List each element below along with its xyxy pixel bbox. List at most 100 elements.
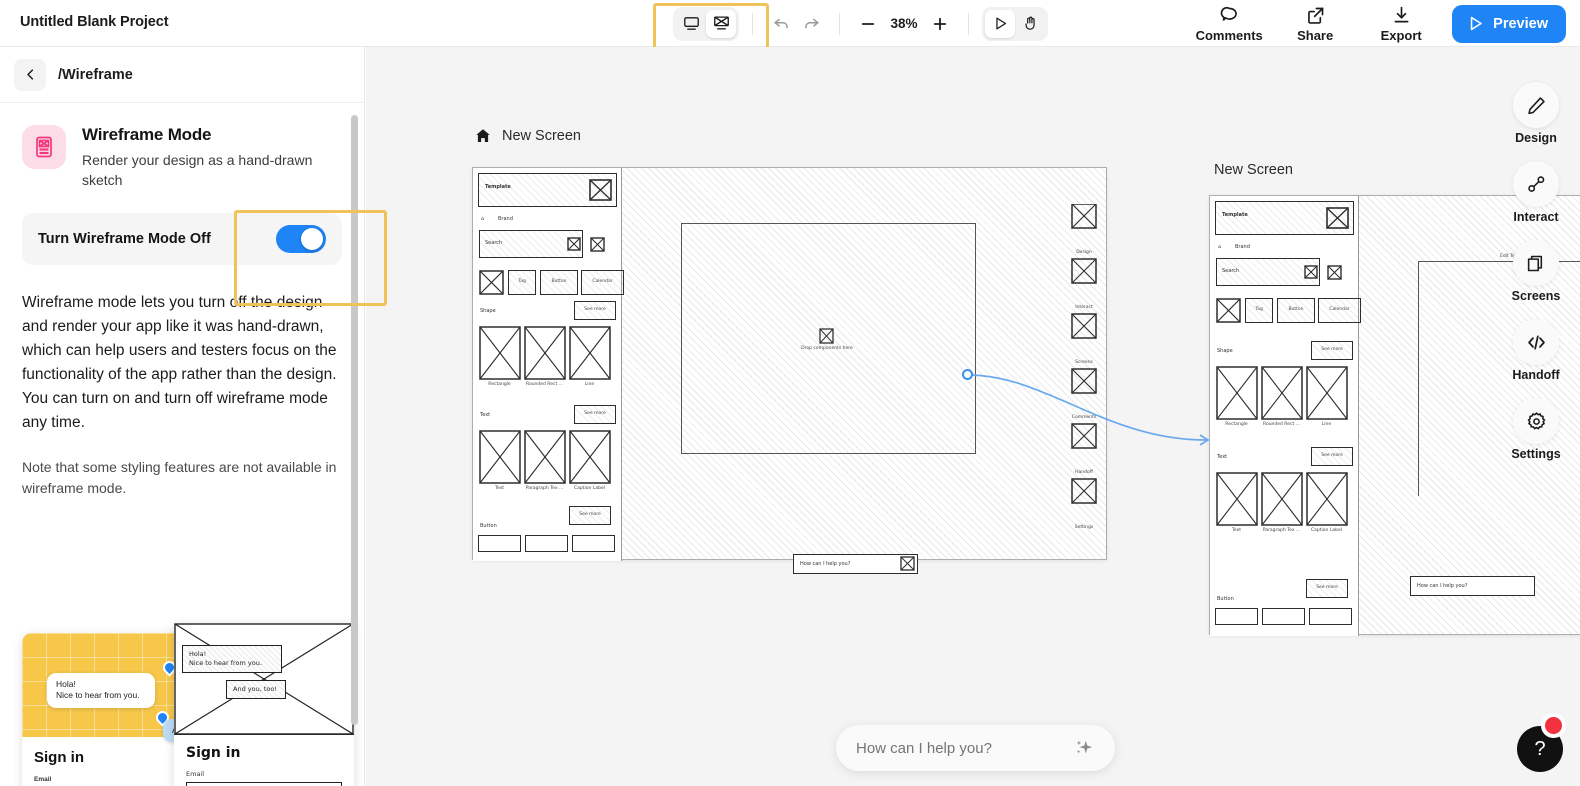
wireframe-chat-area: Hola! Nice to hear from you. And you, to… — [174, 623, 354, 735]
wireframe-mode-toggle-row[interactable]: Turn Wireframe Mode Off — [22, 212, 342, 265]
switch-knob — [301, 227, 323, 250]
wireframe-card-icon — [22, 125, 66, 169]
wf-rail-label-3: Comments — [1071, 415, 1097, 420]
settings-icon-wrap — [1513, 398, 1559, 444]
wf-header-title: Template — [485, 184, 511, 190]
wf-section-2-title: Button — [480, 523, 497, 529]
interact-icon-wrap — [1513, 161, 1559, 207]
play-tool-button[interactable] — [985, 9, 1015, 38]
wf-rail-label-5: Settings — [1074, 525, 1094, 530]
wf-button-0 — [478, 535, 521, 552]
handoff-icon-wrap — [1513, 319, 1559, 365]
rail-label-settings: Settings — [1511, 447, 1561, 461]
rail-label-handoff: Handoff — [1512, 368, 1560, 382]
wf-right-rail — [1071, 204, 1097, 504]
view-mode-group — [673, 6, 739, 41]
wf2-header-title: Template — [1222, 212, 1248, 218]
home-icon — [476, 129, 490, 142]
zoom-level[interactable]: 38% — [883, 16, 925, 31]
top-toolbar: Untitled Blank Project 38% Comments Shar… — [0, 0, 1580, 59]
wf-text-thumbnails — [479, 430, 611, 484]
wf-text-item-0: Text — [494, 486, 505, 491]
wf2-breadcrumb: Brand — [1235, 244, 1250, 250]
wf-stage-caption: Drop components here — [801, 346, 853, 351]
wf-rail-label-1: Interact — [1075, 305, 1093, 310]
wf2-search-placeholder: Search — [1222, 268, 1240, 274]
rail-item-interact[interactable]: Interact — [1513, 161, 1559, 224]
wireframe-preview-card: Hola! Nice to hear from you. And you, to… — [174, 623, 354, 786]
gear-icon — [1527, 411, 1545, 430]
zoom-out-button[interactable] — [853, 9, 883, 39]
toolbar-actions: Comments Share Export Preview — [1186, 0, 1566, 47]
design-canvas[interactable]: New Screen Template ⌂ Brand Search Tag B… — [366, 47, 1580, 786]
wf-shape-item-2: Line — [584, 382, 595, 387]
wf2-chip-2-label: Calendar — [1329, 307, 1350, 312]
wf-chip-0-label: Tag — [518, 279, 526, 284]
screen-1-name: New Screen — [502, 128, 581, 144]
desktop-mode-button[interactable] — [676, 10, 706, 38]
ai-chat-input[interactable] — [856, 739, 1073, 757]
wf2-section-0-title: Shape — [1217, 348, 1233, 354]
rail-item-screens[interactable]: Screens — [1512, 240, 1560, 303]
wf-breadcrumb: Brand — [498, 216, 513, 222]
screen-1-label[interactable]: New Screen — [474, 127, 581, 145]
toolbar-divider-3 — [968, 12, 969, 35]
comments-button[interactable]: Comments — [1186, 5, 1272, 43]
wf-chat-placeholder: How can I help you? — [800, 561, 851, 567]
placeholder-cross-icon — [174, 623, 354, 735]
hand-tool-button[interactable] — [1015, 10, 1045, 38]
wf2-section-2-action-label: See more — [1316, 585, 1338, 590]
screens-icon-wrap — [1513, 240, 1559, 286]
wf2-text-item-0: Text — [1231, 528, 1242, 533]
screen-1-frame[interactable]: Template ⌂ Brand Search Tag Button Calen… — [472, 167, 1107, 574]
screen-2-name: New Screen — [1214, 162, 1293, 178]
wf2-breadcrumb-home: ⌂ — [1218, 244, 1222, 250]
pencil-icon — [1527, 96, 1545, 114]
back-button[interactable] — [14, 58, 46, 91]
wf2-chat-placeholder: How can I help you? — [1417, 583, 1468, 589]
wf2-section-0-action-label: See more — [1321, 347, 1343, 352]
ai-chat-bar[interactable] — [836, 725, 1115, 771]
wf2-section-1-action-label: See more — [1321, 453, 1343, 458]
wf2-section-1-title: Text — [1217, 454, 1228, 460]
zoom-in-button[interactable] — [925, 9, 955, 39]
rail-item-design[interactable]: Design — [1513, 82, 1559, 145]
note-text: Note that some styling features are not … — [22, 458, 337, 496]
wf-stage-placeholder-icon — [819, 328, 834, 344]
redo-button[interactable] — [796, 9, 826, 39]
wf-shape-thumbnails — [479, 326, 611, 380]
wf2-text-thumbnails — [1216, 472, 1348, 526]
wf2-chip-1-label: Button — [1288, 307, 1304, 312]
rail-item-settings[interactable]: Settings — [1511, 398, 1561, 461]
sparkle-icon[interactable] — [1073, 737, 1095, 759]
wireframe-signin-area: Sign in Email — [174, 735, 354, 786]
sidebar-body: Wireframe Mode Render your design as a h… — [0, 103, 364, 786]
share-button[interactable]: Share — [1272, 5, 1358, 43]
project-title[interactable]: Untitled Blank Project — [20, 14, 169, 30]
sidebar-scrollbar[interactable] — [351, 115, 358, 725]
rail-item-handoff[interactable]: Handoff — [1512, 319, 1560, 382]
feature-title: Wireframe Mode — [82, 125, 212, 144]
wf2-shape-item-1: Rounded Rect ... — [1263, 422, 1300, 427]
screen-2-label[interactable]: New Screen — [1214, 162, 1293, 178]
help-notification-badge — [1541, 713, 1566, 738]
comparison-illustration: Hola! Nice to hear from you. And you, to… — [22, 623, 362, 786]
wf-sparkle-icon — [900, 556, 915, 571]
wf-rail-label-2: Screens — [1075, 360, 1093, 365]
wireframe-email-field — [186, 782, 342, 786]
preview-button[interactable]: Preview — [1452, 4, 1566, 43]
comments-label: Comments — [1195, 27, 1263, 43]
wf2-header-placeholder-icon — [1326, 207, 1349, 229]
wireframe-mode-button[interactable] — [706, 9, 736, 38]
wireframe-mode-switch[interactable] — [276, 224, 326, 253]
wf2-left-panel: Template ⌂ Brand Search Tag Button Calen… — [1210, 196, 1361, 636]
export-button[interactable]: Export — [1358, 5, 1444, 43]
wf-filter-icon — [590, 237, 605, 252]
monitor-icon — [683, 17, 699, 30]
undo-button[interactable] — [766, 9, 796, 39]
export-label: Export — [1380, 27, 1422, 43]
connector-handle[interactable] — [962, 369, 973, 380]
wf-shape-item-1: Rounded Rect ... — [526, 382, 563, 387]
feature-subtitle: Render your design as a hand-drawn sketc… — [82, 152, 313, 189]
breadcrumb[interactable]: /Wireframe — [58, 67, 133, 83]
